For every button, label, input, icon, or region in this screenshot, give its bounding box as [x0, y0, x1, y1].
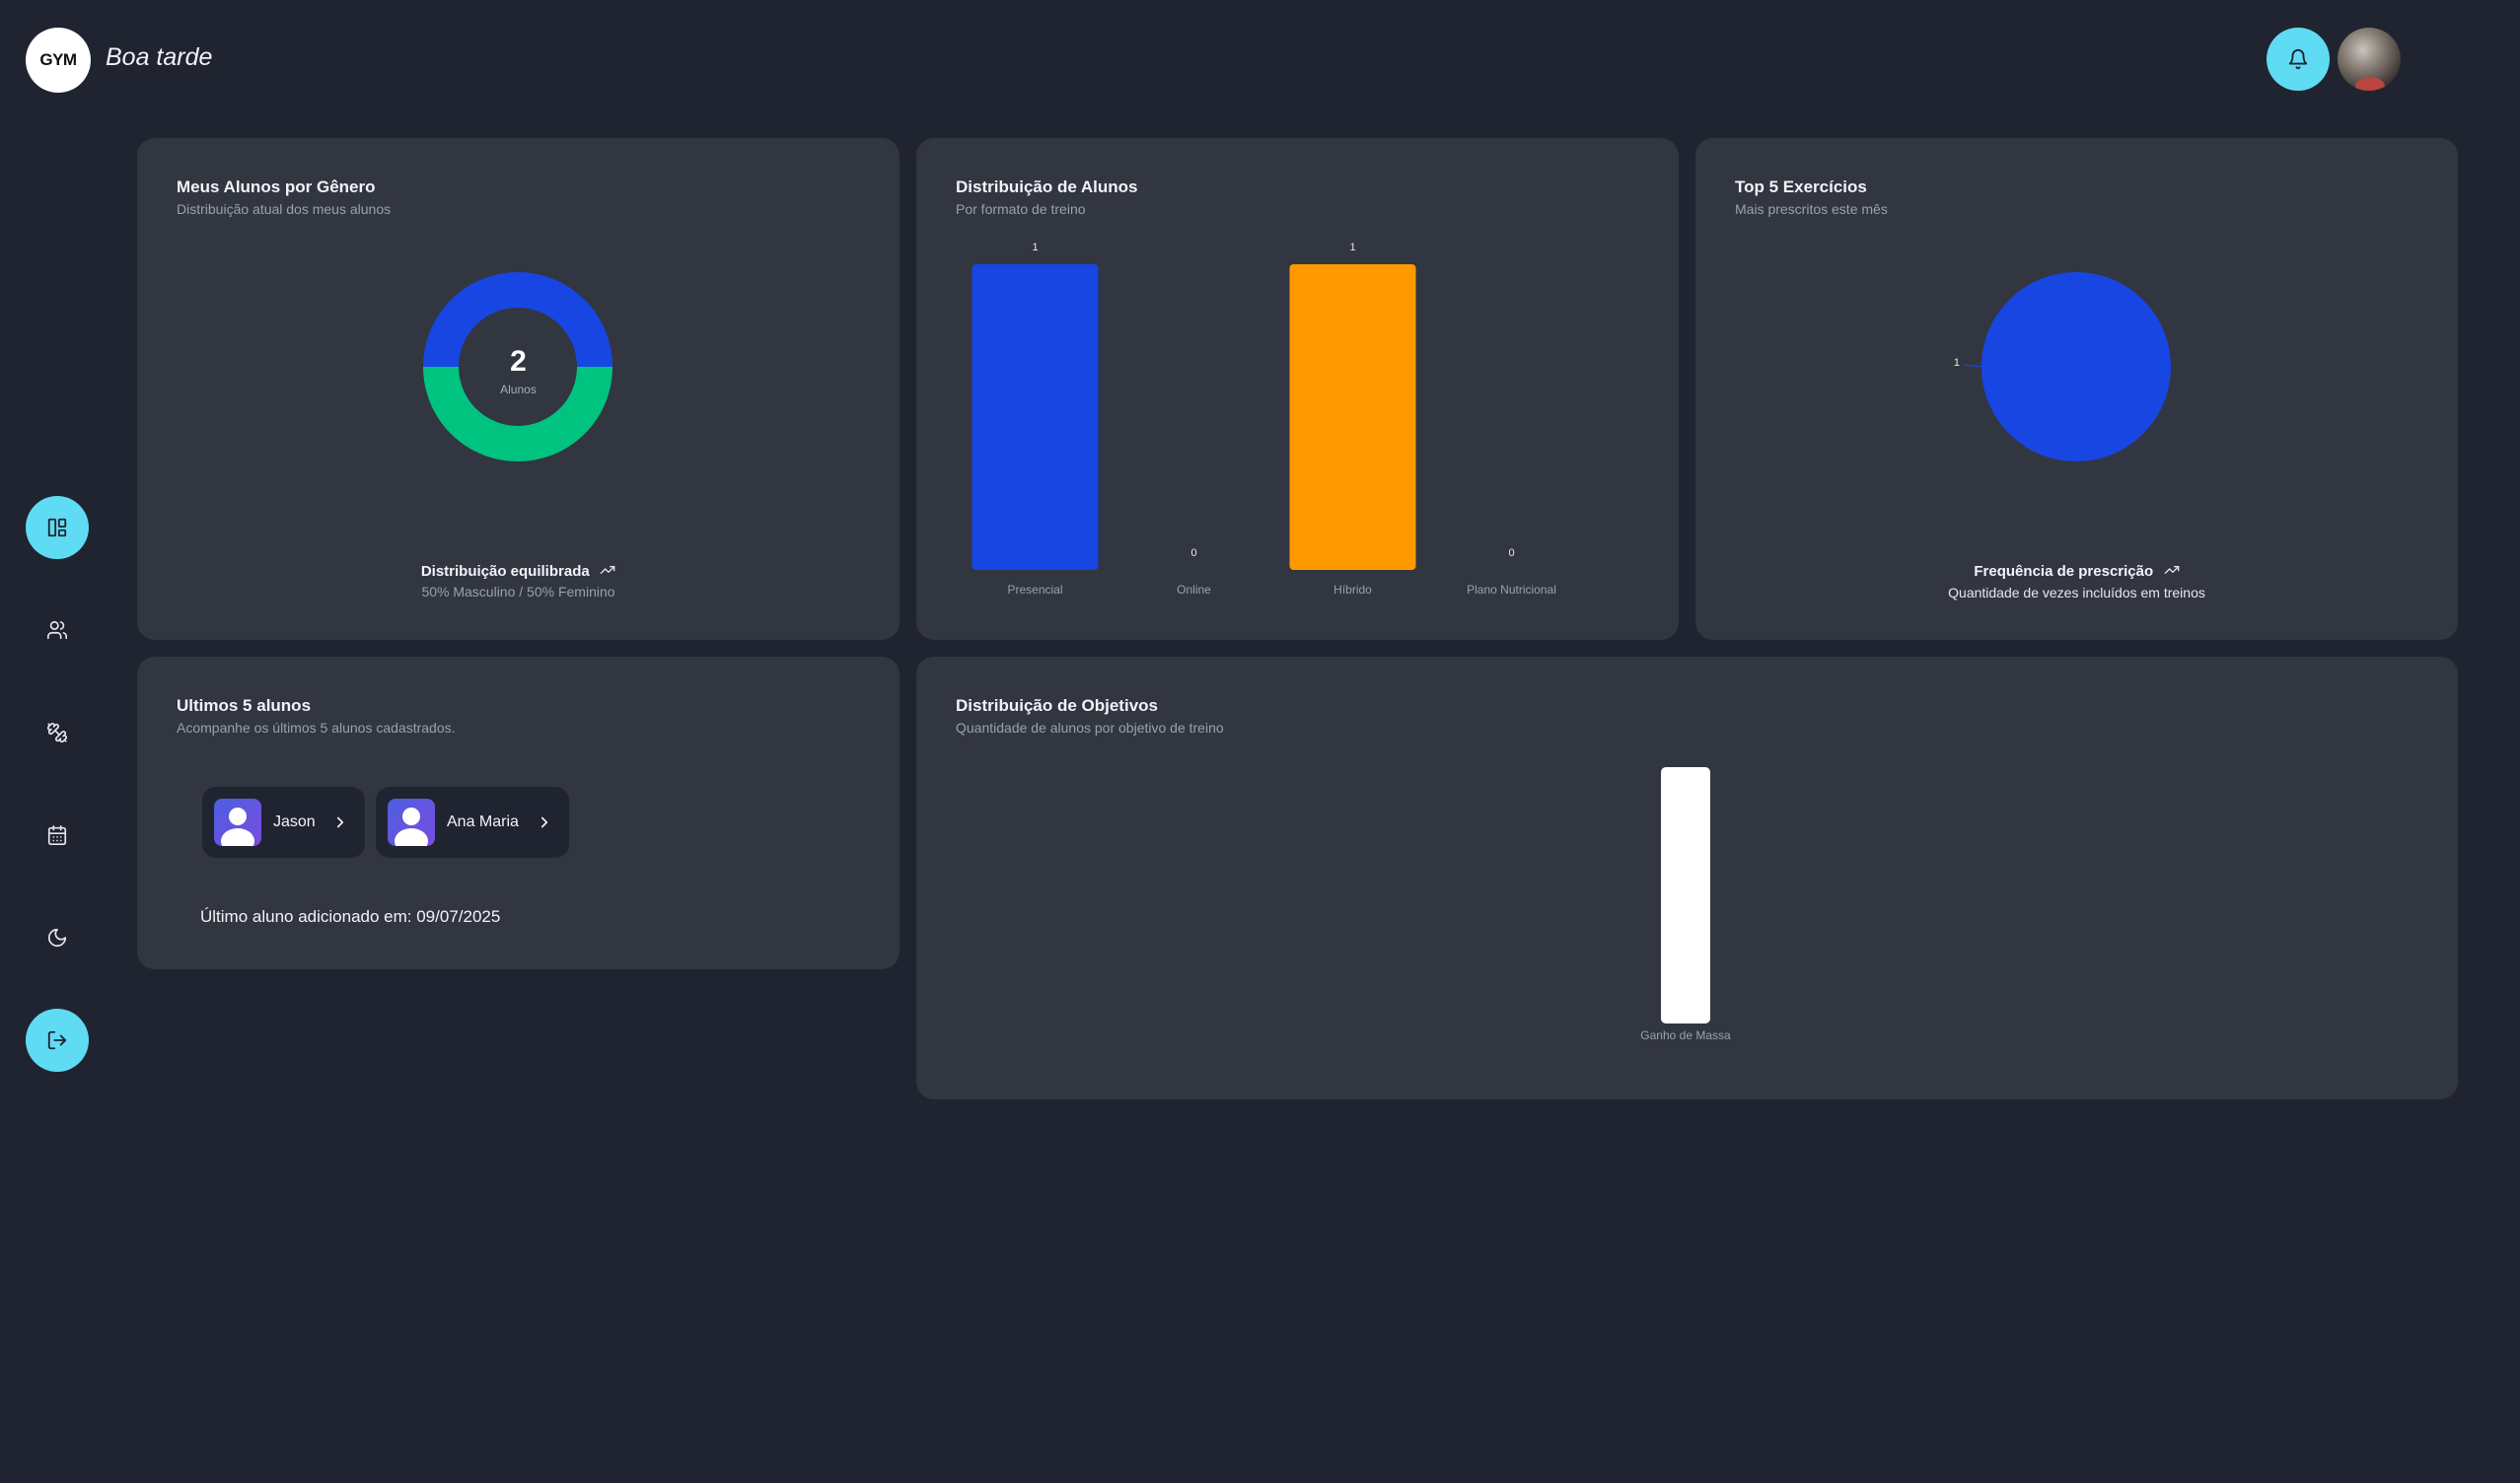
pie-label-leader: [1963, 364, 1982, 368]
card-subtitle: Acompanhe os últimos 5 alunos cadastrado…: [177, 720, 456, 736]
bar-ganho-de-massa[interactable]: [1661, 767, 1710, 1024]
student-avatar: [214, 799, 261, 846]
distribution-card: Distribuição de Alunos Por formato de tr…: [916, 138, 1679, 640]
student-chip-jason[interactable]: Jason: [202, 787, 365, 858]
distribution-bar-chart: 1 Presencial 0 Online 1 Híbrido 0 Plano Nutrici…: [972, 242, 1556, 597]
bar-category-label: Plano Nutricional: [1467, 583, 1556, 597]
logo-text: GYM: [39, 50, 77, 69]
notifications-button[interactable]: [2267, 28, 2330, 91]
gender-footer-title-row: Distribuição equilibrada: [137, 562, 900, 581]
profile-avatar[interactable]: [2338, 28, 2401, 91]
sidebar-item-dashboard[interactable]: [26, 496, 89, 559]
bar-value-label: 0: [1508, 547, 1514, 559]
bar-presencial[interactable]: [972, 264, 1099, 570]
donut-total-label: Alunos: [500, 383, 537, 396]
card-title: Ultimos 5 alunos: [177, 696, 312, 715]
exercises-footer-text: Quantidade de vezes incluídos em treinos: [1948, 585, 2205, 600]
bar-category-label: Online: [1177, 583, 1211, 597]
sidebar-item-calendar[interactable]: [26, 804, 89, 867]
student-name: Jason: [273, 813, 316, 830]
bar-value-label: 1: [1032, 242, 1038, 253]
bell-icon: [2288, 49, 2308, 70]
exercises-footer-title-row: Frequência de prescrição: [1695, 562, 2458, 581]
dumbbell-icon: [47, 723, 67, 743]
student-name: Ana Maria: [447, 813, 519, 830]
gender-footer-text: 50% Masculino / 50% Feminino: [421, 584, 615, 600]
chevron-right-icon: [331, 813, 349, 831]
users-icon: [47, 620, 67, 640]
student-avatar: [388, 799, 435, 846]
bar-category-label: Ganho de Massa: [1640, 1028, 1731, 1042]
app-logo[interactable]: GYM: [26, 28, 91, 93]
calendar-icon: [47, 825, 67, 845]
pie-slice-label: 1: [1954, 357, 1960, 369]
objectives-bar-chart: Ganho de Massa: [1640, 767, 1731, 1042]
chevron-right-icon: [536, 813, 553, 831]
logout-icon: [47, 1030, 67, 1050]
bar-híbrido[interactable]: [1289, 264, 1416, 570]
logout-button[interactable]: [26, 1009, 89, 1072]
greeting-text: Boa tarde: [106, 43, 213, 71]
bar-category-label: Híbrido: [1333, 583, 1372, 597]
sidebar-item-workouts[interactable]: [26, 701, 89, 764]
donut-total: 2: [510, 345, 527, 378]
trending-up-icon: [600, 566, 615, 574]
bar-value-label: 1: [1349, 242, 1355, 253]
gender-card: Meus Alunos por Gênero Distribuição atua…: [137, 138, 900, 640]
gender-footer-title: Distribuição equilibrada: [420, 563, 590, 580]
pie-slice[interactable]: [1981, 272, 2171, 461]
sidebar-item-students[interactable]: [26, 599, 89, 662]
last-added-text: Último aluno adicionado em: 09/07/2025: [200, 907, 501, 926]
trending-up-icon: [2164, 566, 2179, 574]
bar-category-label: Presencial: [1007, 583, 1062, 597]
dashboard-icon: [47, 518, 67, 537]
bar-value-label: 0: [1190, 547, 1196, 559]
moon-icon: [47, 928, 67, 948]
student-chip-ana-maria[interactable]: Ana Maria: [376, 787, 569, 858]
objectives-card: Distribuição de Objetivos Quantidade de …: [916, 657, 2458, 1099]
exercises-footer-title: Frequência de prescrição: [1974, 563, 2154, 580]
exercises-card: Top 5 Exercícios Mais prescritos este mê…: [1695, 138, 2458, 640]
theme-toggle-button[interactable]: [26, 906, 89, 969]
